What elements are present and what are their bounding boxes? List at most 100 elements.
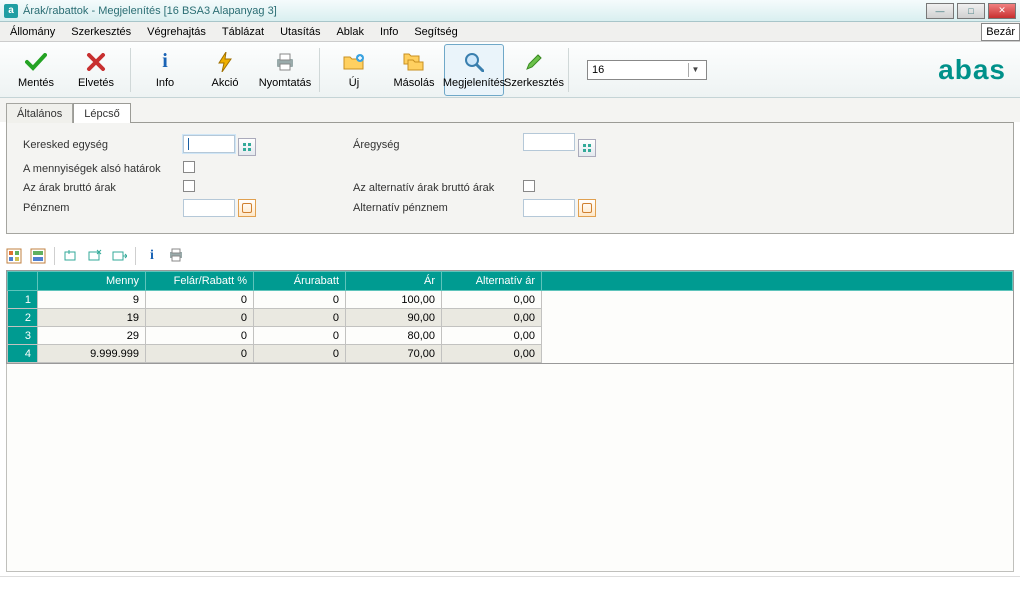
- new-button[interactable]: Új: [324, 44, 384, 96]
- copy-label: Másolás: [394, 77, 435, 89]
- grid-tool-2[interactable]: [30, 248, 46, 264]
- cell-alt[interactable]: 0,00: [442, 291, 542, 309]
- cell-menny[interactable]: 29: [38, 327, 146, 345]
- menu-allomany[interactable]: Állomány: [4, 24, 61, 40]
- arak-brutto-checkbox[interactable]: [183, 180, 195, 192]
- table-row[interactable]: 1 9 0 0 100,00 0,00: [8, 291, 1013, 309]
- cell-arurabatt[interactable]: 0: [254, 309, 346, 327]
- penznem-picker[interactable]: [238, 199, 256, 217]
- price-grid: Menny Felár/Rabatt % Árurabatt Ár Altern…: [6, 270, 1014, 364]
- info-label: Info: [156, 77, 174, 89]
- menu-vegrehajtas[interactable]: Végrehajtás: [141, 24, 212, 40]
- grid-tool-3[interactable]: [63, 248, 79, 264]
- edit-label: Szerkesztés: [504, 77, 564, 89]
- col-ar[interactable]: Ár: [346, 272, 442, 291]
- cell-felar[interactable]: 0: [146, 345, 254, 363]
- printer-icon: [273, 51, 297, 73]
- col-felar[interactable]: Felár/Rabatt %: [146, 272, 254, 291]
- info-button[interactable]: i Info: [135, 44, 195, 96]
- menu-szerkesztes[interactable]: Szerkesztés: [65, 24, 137, 40]
- check-icon: [24, 51, 48, 73]
- table-row[interactable]: 2 19 0 0 90,00 0,00: [8, 309, 1013, 327]
- menu-utasitas[interactable]: Utasítás: [274, 24, 326, 40]
- penznem-input[interactable]: [183, 199, 235, 217]
- tab-row: Általános Lépcső: [0, 98, 1020, 122]
- grid-tool-5[interactable]: [111, 248, 127, 264]
- col-arurabatt[interactable]: Árurabatt: [254, 272, 346, 291]
- tab-altalanos[interactable]: Általános: [6, 103, 73, 123]
- cell-menny[interactable]: 9.999.999: [38, 345, 146, 363]
- grid-toolbar: i: [6, 246, 1014, 266]
- menu-tablazat[interactable]: Táblázat: [216, 24, 270, 40]
- cell-alt[interactable]: 0,00: [442, 309, 542, 327]
- label-menny-also: A mennyiségek alsó határok: [23, 163, 161, 175]
- print-button[interactable]: Nyomtatás: [255, 44, 315, 96]
- alt-penznem-input[interactable]: [523, 199, 575, 217]
- maximize-button[interactable]: □: [957, 3, 985, 19]
- grid-corner: [8, 272, 38, 291]
- cell-ar[interactable]: 80,00: [346, 327, 442, 345]
- view-label: Megjelenítés: [443, 77, 505, 89]
- alt-penznem-picker[interactable]: [578, 199, 596, 217]
- aregyseg-input[interactable]: [523, 133, 575, 151]
- tab-lepcso[interactable]: Lépcső: [73, 103, 130, 123]
- save-button[interactable]: Mentés: [6, 44, 66, 96]
- cell-ar[interactable]: 90,00: [346, 309, 442, 327]
- aregyseg-picker[interactable]: [578, 139, 596, 157]
- record-selector-value: 16: [592, 64, 604, 76]
- grid-tool-4[interactable]: [87, 248, 103, 264]
- form-panel: Keresked egység Áregység A mennyiségek a…: [6, 122, 1014, 234]
- close-button[interactable]: ✕: [988, 3, 1016, 19]
- table-row[interactable]: 4 9.999.999 0 0 70,00 0,00: [8, 345, 1013, 363]
- grid-tool-print[interactable]: [168, 248, 184, 264]
- cell-menny[interactable]: 9: [38, 291, 146, 309]
- menny-also-checkbox[interactable]: [183, 161, 195, 173]
- label-alt-penznem: Alternatív pénznem: [353, 202, 448, 214]
- cell-menny[interactable]: 19: [38, 309, 146, 327]
- cell-ar[interactable]: 100,00: [346, 291, 442, 309]
- record-selector[interactable]: 16 ▼: [587, 60, 707, 80]
- menu-ablak[interactable]: Ablak: [330, 24, 370, 40]
- lightning-icon: [213, 51, 237, 73]
- cell-felar[interactable]: 0: [146, 291, 254, 309]
- cell-arurabatt[interactable]: 0: [254, 291, 346, 309]
- label-keresked-egyseg: Keresked egység: [23, 139, 108, 151]
- cell-arurabatt[interactable]: 0: [254, 327, 346, 345]
- col-alt-ar[interactable]: Alternatív ár: [442, 272, 542, 291]
- x-icon: [84, 51, 108, 73]
- action-label: Akció: [212, 77, 239, 89]
- keresked-egyseg-input[interactable]: [183, 135, 235, 153]
- cell-felar[interactable]: 0: [146, 327, 254, 345]
- cell-arurabatt[interactable]: 0: [254, 345, 346, 363]
- label-alt-brutto: Az alternatív árak bruttó árak: [353, 182, 494, 194]
- titlebar: a Árak/rabattok - Megjelenítés [16 BSA3 …: [0, 0, 1020, 22]
- cell-alt[interactable]: 0,00: [442, 345, 542, 363]
- menu-info[interactable]: Info: [374, 24, 404, 40]
- menu-segitseg[interactable]: Segítség: [408, 24, 463, 40]
- view-button[interactable]: Megjelenítés: [444, 44, 504, 96]
- bezar-label[interactable]: Bezár: [981, 23, 1020, 41]
- grid-tool-info[interactable]: i: [144, 248, 160, 264]
- alt-brutto-checkbox[interactable]: [523, 180, 535, 192]
- discard-button[interactable]: Elvetés: [66, 44, 126, 96]
- col-menny[interactable]: Menny: [38, 272, 146, 291]
- cell-felar[interactable]: 0: [146, 309, 254, 327]
- cell-alt[interactable]: 0,00: [442, 327, 542, 345]
- row-num: 2: [8, 309, 38, 327]
- cell-ar[interactable]: 70,00: [346, 345, 442, 363]
- row-num: 1: [8, 291, 38, 309]
- action-button[interactable]: Akció: [195, 44, 255, 96]
- label-arak-brutto: Az árak bruttó árak: [23, 182, 116, 194]
- copy-button[interactable]: Másolás: [384, 44, 444, 96]
- grid-empty-area: [6, 364, 1014, 572]
- keresked-egyseg-picker[interactable]: [238, 138, 256, 156]
- minimize-button[interactable]: —: [926, 3, 954, 19]
- magnifier-icon: [462, 51, 486, 73]
- folders-icon: [402, 51, 426, 73]
- grid-tool-1[interactable]: [6, 248, 22, 264]
- discard-label: Elvetés: [78, 77, 114, 89]
- app-icon: a: [4, 4, 18, 18]
- table-row[interactable]: 3 29 0 0 80,00 0,00: [8, 327, 1013, 345]
- label-penznem: Pénznem: [23, 202, 69, 214]
- edit-button[interactable]: Szerkesztés: [504, 44, 564, 96]
